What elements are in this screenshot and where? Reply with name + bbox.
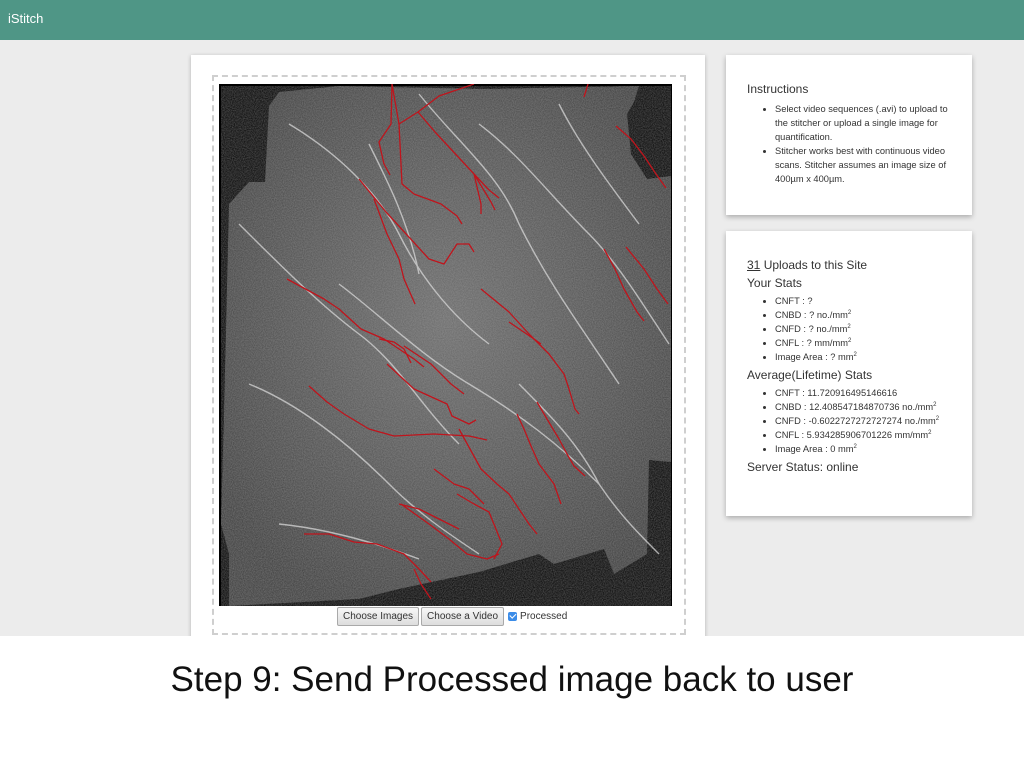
stat-item: CNFT : 11.720916495146616 [775, 386, 958, 400]
uploads-text: Uploads to this Site [760, 258, 868, 272]
average-stats-list: CNFT : 11.720916495146616 CNBD : 12.4085… [747, 386, 958, 456]
stat-item: CNFL : 5.934285906701226 mm/mm2 [775, 428, 958, 442]
stat-item: CNFL : ? mm/mm2 [775, 336, 958, 350]
server-status: Server Status: online [747, 460, 859, 474]
nerve-trace-image [221, 84, 671, 606]
brand-logo[interactable]: iStitch [8, 11, 43, 26]
choose-video-button[interactable]: Choose a Video [421, 606, 505, 626]
instruction-item: Stitcher works best with continuous vide… [775, 144, 958, 186]
stat-item: Image Area : 0 mm2 [775, 442, 958, 456]
upload-controls: Choose Images Choose a Video Processed [337, 606, 567, 626]
processed-toggle[interactable]: Processed [508, 611, 567, 622]
upload-card: Choose Images Choose a Video Processed [191, 55, 705, 636]
navbar: iStitch [0, 0, 1024, 40]
stats-card: 31 Uploads to this Site Your Stats CNFT … [726, 231, 972, 516]
instructions-heading: Instructions [747, 82, 809, 96]
instructions-card: Instructions Select video sequences (.av… [726, 55, 972, 215]
uploads-count-link[interactable]: 31 [747, 258, 760, 272]
slide-caption: Step 9: Send Processed image back to use… [170, 660, 854, 699]
stat-item: CNBD : ? no./mm2 [775, 308, 958, 322]
processed-image [219, 84, 672, 606]
app-window: iStitch Choose Images Choose a Video Pro… [0, 0, 1024, 636]
your-stats-list: CNFT : ? CNBD : ? no./mm2 CNFD : ? no./m… [747, 294, 958, 364]
processed-label: Processed [520, 610, 568, 622]
stat-item: CNBD : 12.408547184870736 no./mm2 [775, 400, 958, 414]
choose-images-button[interactable]: Choose Images [337, 606, 420, 626]
processed-checkbox[interactable] [508, 611, 518, 621]
instructions-list: Select video sequences (.avi) to upload … [747, 102, 958, 186]
uploads-summary: 31 Uploads to this Site [747, 258, 958, 272]
your-stats-heading: Your Stats [747, 276, 802, 290]
average-stats-heading: Average(Lifetime) Stats [747, 368, 873, 382]
stat-item: Image Area : ? mm2 [775, 350, 958, 364]
stat-item: CNFD : ? no./mm2 [775, 322, 958, 336]
stat-item: CNFT : ? [775, 294, 958, 308]
stat-item: CNFD : -0.6022727272727274 no./mm2 [775, 414, 958, 428]
instruction-item: Select video sequences (.avi) to upload … [775, 102, 958, 144]
